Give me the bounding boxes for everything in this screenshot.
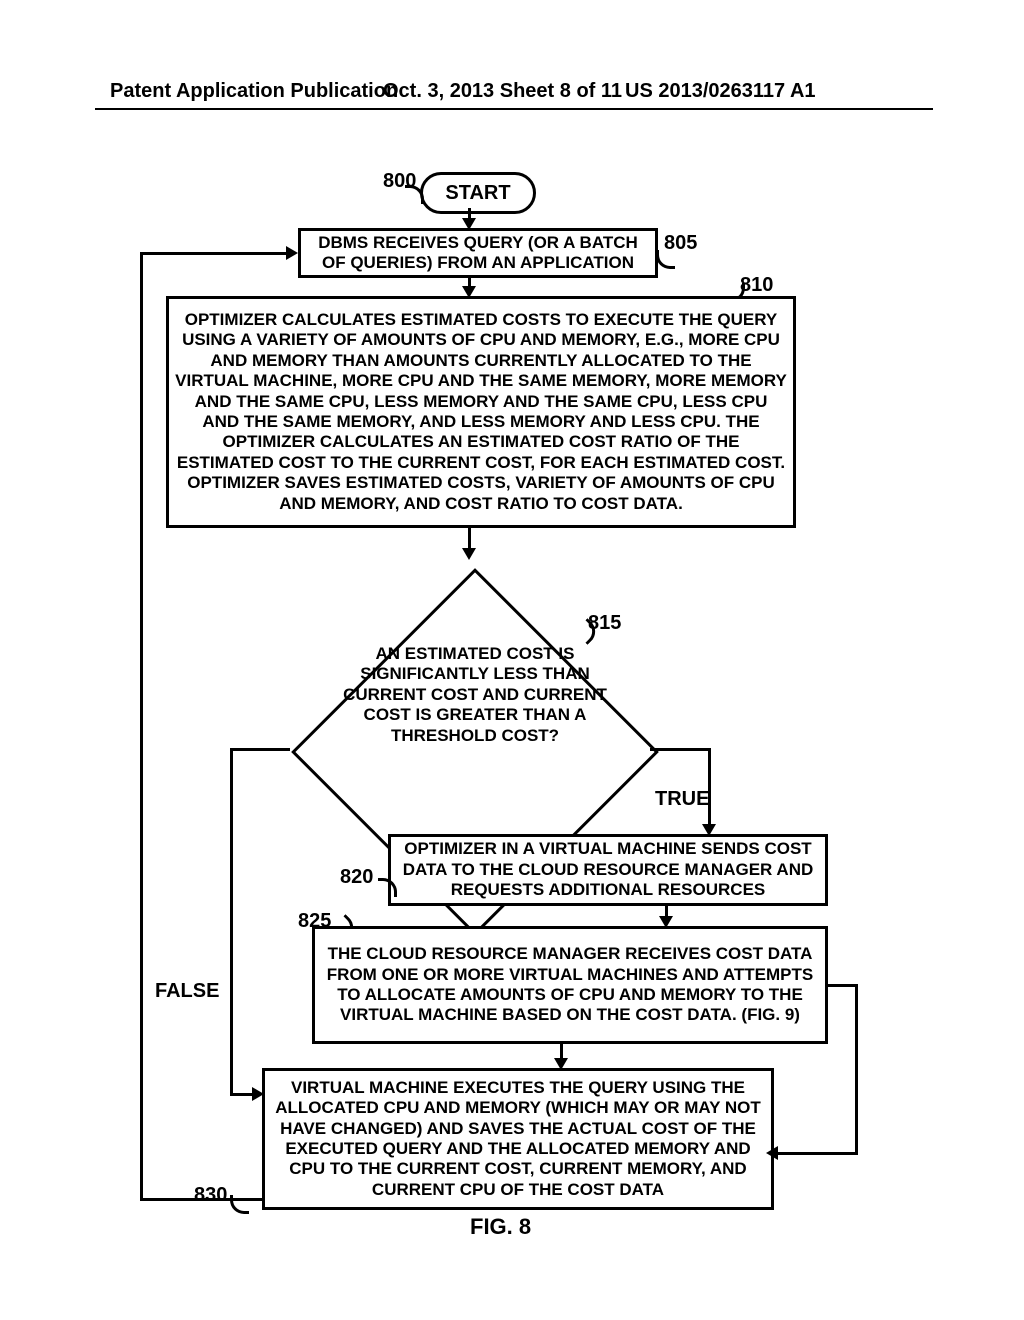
ref-820: 820: [340, 866, 373, 889]
step-820-text: OPTIMIZER IN A VIRTUAL MACHINE SENDS COS…: [397, 839, 819, 900]
step-805-text: DBMS RECEIVES QUERY (OR A BATCH OF QUERI…: [307, 233, 649, 274]
page: Patent Application Publication Oct. 3, 2…: [0, 0, 1024, 1320]
connector: [774, 1152, 858, 1155]
connector: [230, 748, 290, 751]
step-825-box: THE CLOUD RESOURCE MANAGER RECEIVES COST…: [312, 926, 828, 1044]
header-left: Patent Application Publication: [110, 80, 398, 103]
true-label: TRUE: [655, 788, 709, 811]
arrow-left-icon: [766, 1146, 778, 1160]
connector: [855, 984, 858, 1154]
step-810-text: OPTIMIZER CALCULATES ESTIMATED COSTS TO …: [175, 310, 787, 514]
step-810-box: OPTIMIZER CALCULATES ESTIMATED COSTS TO …: [166, 296, 796, 528]
figure-caption: FIG. 8: [470, 1214, 531, 1240]
connector: [140, 1198, 264, 1201]
connector: [140, 252, 143, 1200]
header-rule: [95, 108, 933, 110]
connector: [230, 748, 233, 1093]
step-830-text: VIRTUAL MACHINE EXECUTES THE QUERY USING…: [271, 1078, 765, 1200]
header-right: US 2013/0263117 A1: [625, 80, 816, 103]
step-825-text: THE CLOUD RESOURCE MANAGER RECEIVES COST…: [321, 944, 819, 1026]
start-label: START: [445, 182, 510, 205]
header-center: Oct. 3, 2013 Sheet 8 of 11: [383, 80, 622, 103]
arrow-down-icon: [462, 548, 476, 560]
decision-815-text: AN ESTIMATED COST IS SIGNIFICANTLY LESS …: [330, 644, 620, 746]
start-node: START: [420, 172, 536, 214]
connector: [828, 984, 858, 987]
step-820-box: OPTIMIZER IN A VIRTUAL MACHINE SENDS COS…: [388, 834, 828, 906]
connector: [468, 528, 471, 550]
connector: [650, 748, 710, 751]
connector: [708, 748, 711, 826]
connector: [140, 252, 288, 255]
step-805-box: DBMS RECEIVES QUERY (OR A BATCH OF QUERI…: [298, 228, 658, 278]
false-label: FALSE: [155, 980, 219, 1003]
step-830-box: VIRTUAL MACHINE EXECUTES THE QUERY USING…: [262, 1068, 774, 1210]
ref-830: 830: [194, 1184, 227, 1207]
ref-810: 810: [740, 274, 773, 297]
arrow-right-icon: [286, 246, 298, 260]
ref-805-hook: [656, 250, 675, 269]
